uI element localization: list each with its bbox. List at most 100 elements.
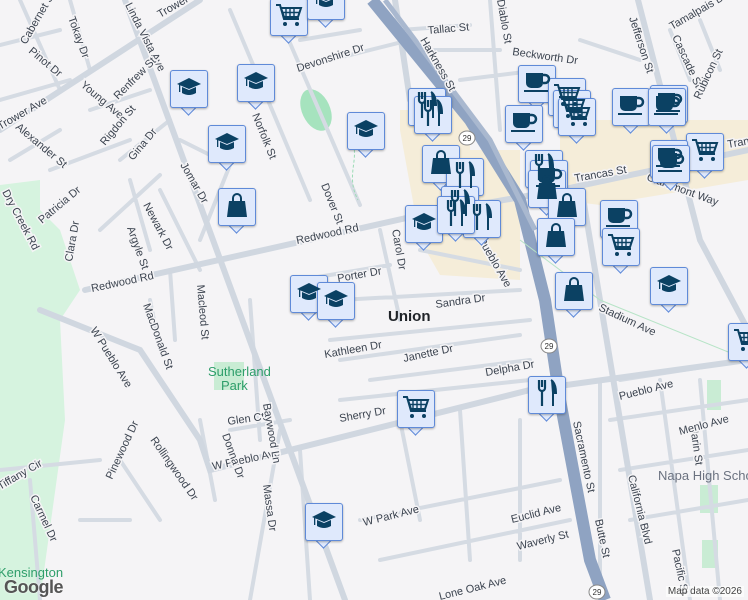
grocery-icon	[275, 3, 303, 32]
cafe-icon	[510, 110, 538, 139]
school-icon	[214, 131, 240, 158]
shopping-icon	[545, 222, 567, 253]
street-label: Redwood Rd	[90, 270, 155, 295]
cafe-icon	[617, 93, 645, 122]
street-label: Tamalpais Dr	[668, 0, 730, 33]
marker-body	[305, 503, 343, 541]
street-label: Diablo St	[494, 0, 514, 44]
street-label: Tokay Dr	[65, 15, 91, 60]
shopping-marker[interactable]	[555, 272, 593, 318]
street-label: Lone Oak Ave	[438, 575, 508, 600]
marker-body	[650, 267, 688, 305]
marker-body	[317, 282, 355, 320]
school-icon	[243, 70, 269, 97]
school-marker[interactable]	[650, 267, 688, 313]
school-icon	[411, 211, 437, 238]
restaurant-marker[interactable]	[528, 376, 566, 422]
grocery-marker[interactable]	[686, 133, 724, 179]
marker-body	[528, 376, 566, 414]
street-label: Redwood Rd	[295, 222, 360, 247]
shopping-marker[interactable]	[218, 188, 256, 234]
school-icon	[353, 118, 379, 145]
marker-body	[612, 88, 650, 126]
cafe-marker[interactable]	[612, 88, 650, 134]
marker-body	[347, 112, 385, 150]
marker-body	[218, 188, 256, 226]
highway-shield: 29	[540, 338, 558, 354]
school-marker[interactable]	[305, 503, 343, 549]
marker-body	[170, 70, 208, 108]
poi-label-napa-high: Napa High School	[658, 468, 748, 483]
school-marker[interactable]	[237, 64, 275, 110]
place-label-union: Union	[388, 308, 431, 325]
marker-body	[307, 0, 345, 20]
highway-shield: 29	[458, 130, 476, 146]
school-marker[interactable]	[208, 125, 246, 171]
street-label: Pinot Dr	[26, 45, 64, 80]
svg-text:29: 29	[545, 342, 554, 351]
school-marker[interactable]	[347, 112, 385, 158]
map-data-credit[interactable]: Map data ©2026	[665, 586, 744, 597]
school-icon	[176, 76, 202, 103]
school-icon	[313, 0, 339, 15]
grocery-marker[interactable]	[397, 390, 435, 436]
marker-body	[270, 0, 308, 36]
cafe-marker[interactable]	[652, 145, 690, 191]
grocery-icon	[402, 395, 430, 424]
shopping-icon	[563, 276, 585, 307]
school-marker[interactable]	[307, 0, 345, 28]
marker-body	[652, 145, 690, 183]
street-label: Sherry Dr	[338, 405, 387, 425]
grocery-icon	[733, 328, 748, 357]
school-marker[interactable]	[317, 282, 355, 328]
cafe-icon	[653, 93, 681, 122]
street-label: Gina Dr	[126, 126, 160, 163]
marker-body	[555, 272, 593, 310]
street-label: Macleod St	[194, 284, 211, 340]
marker-body	[237, 64, 275, 102]
grocery-marker[interactable]	[728, 323, 748, 369]
marker-body	[648, 88, 686, 126]
grocery-marker[interactable]	[602, 228, 640, 274]
grocery-marker[interactable]	[558, 98, 596, 144]
google-logo: Google	[4, 577, 64, 597]
street-label: Patricia Dr	[36, 184, 83, 226]
marker-body	[208, 125, 246, 163]
restaurant-icon	[445, 198, 467, 232]
school-icon	[656, 273, 682, 300]
park-label-sutherland: Sutherland	[208, 364, 271, 379]
street-label: Waverly St	[516, 529, 570, 553]
street-label: Rollingwood Dr	[148, 435, 201, 503]
svg-text:29: 29	[593, 588, 602, 597]
marker-body	[505, 105, 543, 143]
restaurant-icon	[536, 378, 558, 412]
street-label: W Pueblo Ave	[87, 325, 134, 390]
marker-body	[397, 390, 435, 428]
school-icon	[311, 509, 337, 536]
street-label: Devonshire Dr	[295, 42, 366, 75]
marker-body	[728, 323, 748, 361]
street-label: Pueblo Ave	[618, 378, 675, 403]
cafe-marker[interactable]	[648, 88, 686, 134]
restaurant-icon	[422, 98, 444, 132]
street-label: W Park Ave	[362, 503, 420, 528]
street-label: Jomar Dr	[177, 161, 210, 206]
shopping-marker[interactable]	[537, 218, 575, 264]
grocery-icon	[563, 103, 591, 132]
street-label: Clara Dr	[63, 220, 82, 263]
street-label: Tallac St	[427, 21, 469, 37]
school-marker[interactable]	[170, 70, 208, 116]
grocery-icon	[607, 233, 635, 262]
grocery-marker[interactable]	[270, 0, 308, 44]
highway-shield: 29	[588, 584, 606, 600]
svg-text:29: 29	[463, 134, 472, 143]
cafe-icon	[523, 70, 551, 99]
park-label-sutherland: Park	[221, 378, 248, 393]
street-label: Pinewood Dr	[104, 419, 142, 481]
marker-body	[558, 98, 596, 136]
marker-body	[602, 228, 640, 266]
field	[300, 89, 332, 131]
cafe-icon	[657, 150, 685, 179]
marker-body	[537, 218, 575, 256]
cafe-marker[interactable]	[505, 105, 543, 151]
